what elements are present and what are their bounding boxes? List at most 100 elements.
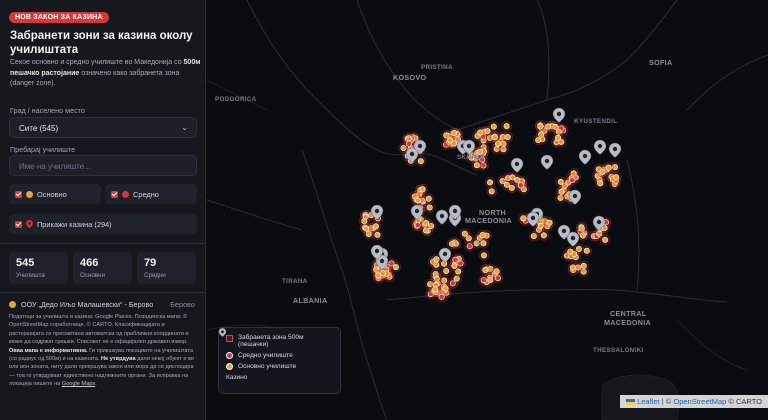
basic-school-marker[interactable] <box>451 129 458 136</box>
basic-school-marker[interactable] <box>503 123 510 130</box>
basic-school-marker[interactable] <box>482 266 489 273</box>
basic-school-marker[interactable] <box>569 264 576 271</box>
casino-marker-hole <box>572 193 578 199</box>
checkbox-checked-icon[interactable] <box>15 220 22 228</box>
basic-school-marker[interactable] <box>480 240 487 247</box>
basic-school-marker[interactable] <box>473 162 480 169</box>
basic-school-marker[interactable] <box>487 179 494 186</box>
checkbox-checked-icon[interactable] <box>111 190 118 198</box>
basic-school-marker[interactable] <box>488 188 495 195</box>
city-select[interactable]: Сите (545) ⌄ <box>9 117 197 138</box>
osm-link[interactable]: OpenStreetMap <box>673 397 726 406</box>
basic-school-marker[interactable] <box>426 204 433 211</box>
secondary-school-marker[interactable] <box>414 222 421 229</box>
basic-school-marker[interactable] <box>392 264 399 271</box>
basic-school-marker[interactable] <box>579 232 586 239</box>
basic-school-marker[interactable] <box>530 233 537 240</box>
basic-school-marker[interactable] <box>537 123 544 130</box>
list-item[interactable]: ООУ „Дедо Иљо Малашевски“ - Берово Беров… <box>9 300 205 309</box>
place-pristina: PRISTINA <box>421 64 453 71</box>
basic-school-marker[interactable] <box>508 184 515 191</box>
basic-school-marker[interactable] <box>583 247 590 254</box>
basic-school-marker[interactable] <box>546 219 553 226</box>
basic-school-marker[interactable] <box>414 197 421 204</box>
casino-marker-hole <box>570 235 576 241</box>
casino-marker-hole <box>409 151 415 157</box>
map[interactable]: KOSOVO PRISTINA PODGORICA SOFIA KYUSTEND… <box>207 0 768 420</box>
basic-school-marker[interactable] <box>545 123 552 130</box>
secondary-school-marker[interactable] <box>569 177 576 184</box>
filter-basic[interactable]: Основно <box>9 184 101 204</box>
basic-school-marker[interactable] <box>419 186 426 193</box>
basic-school-marker[interactable] <box>363 225 370 232</box>
page-title: Забранети зони за казина околу училиштат… <box>10 30 193 56</box>
basic-school-marker[interactable] <box>442 285 449 292</box>
secondary-school-marker[interactable] <box>438 293 445 300</box>
search-input[interactable]: Име на училиште... <box>9 155 197 176</box>
basic-school-marker[interactable] <box>433 256 440 263</box>
basic-school-marker[interactable] <box>480 252 487 259</box>
basic-school-marker[interactable] <box>487 276 494 283</box>
basic-school-marker[interactable] <box>537 222 544 229</box>
basic-school-marker[interactable] <box>491 134 498 141</box>
place-macedonia: MACEDONIA <box>465 216 513 225</box>
basic-school-marker[interactable] <box>443 267 450 274</box>
casino-pin-icon <box>219 328 226 337</box>
basic-school-marker[interactable] <box>423 220 430 227</box>
basic-school-marker[interactable] <box>558 188 565 195</box>
basic-school-marker[interactable] <box>447 137 454 144</box>
basic-school-marker[interactable] <box>613 174 620 181</box>
basic-school-marker[interactable] <box>375 272 382 279</box>
basic-school-marker[interactable] <box>417 158 424 165</box>
description: Секое основно и средно училиште во Макед… <box>10 59 201 87</box>
place-kyustendil: KYUSTENDIL <box>574 118 618 125</box>
basic-school-marker[interactable] <box>477 129 484 136</box>
place-tirana: TIRANA <box>282 278 308 285</box>
basic-school-marker[interactable] <box>567 248 574 255</box>
secondary-school-marker[interactable] <box>517 182 524 189</box>
basic-school-marker[interactable] <box>605 164 612 171</box>
basic-school-marker[interactable] <box>555 134 562 141</box>
basic-school-marker[interactable] <box>484 128 491 135</box>
secondary-school-marker[interactable] <box>466 243 473 250</box>
filter-casinos[interactable]: Прикажи казина (294) <box>9 214 197 234</box>
place-central-macedonia: MACEDONIA <box>604 318 652 327</box>
basic-school-marker[interactable] <box>432 286 439 293</box>
casino-marker-hole <box>514 161 520 167</box>
basic-school-marker[interactable] <box>520 215 527 222</box>
basic-school-marker[interactable] <box>602 236 609 243</box>
zone-square-icon <box>226 335 233 342</box>
leaflet-link[interactable]: Leaflet <box>637 397 660 406</box>
casino-pin-icon <box>26 220 33 228</box>
basic-school-marker[interactable] <box>373 223 380 230</box>
divider <box>0 243 205 244</box>
basic-dot-icon <box>9 301 16 308</box>
basic-school-marker[interactable] <box>535 137 542 144</box>
stat-secondary: 79 Средни <box>137 252 196 284</box>
basic-school-marker[interactable] <box>461 230 468 237</box>
basic-school-marker[interactable] <box>504 133 511 140</box>
casino-marker-hole <box>442 251 448 257</box>
google-maps-link[interactable]: Google Maps <box>62 381 95 387</box>
basic-school-marker[interactable] <box>451 262 458 269</box>
casino-marker-hole <box>414 208 420 214</box>
checkbox-checked-icon[interactable] <box>15 190 22 198</box>
basic-school-marker[interactable] <box>580 262 587 269</box>
filter-secondary[interactable]: Средно <box>105 184 197 204</box>
casino-marker-hole <box>530 215 536 221</box>
basic-school-marker[interactable] <box>425 195 432 202</box>
place-thessaloniki: THESSALONIKI <box>593 347 644 354</box>
casino-marker-hole <box>561 228 567 234</box>
place-albania: ALBANIA <box>293 296 328 305</box>
basic-dot-icon <box>226 363 233 370</box>
basic-school-marker[interactable] <box>449 240 456 247</box>
stat-basic: 466 Основни <box>73 252 132 284</box>
basic-school-marker[interactable] <box>597 180 604 187</box>
basic-school-marker[interactable] <box>540 232 547 239</box>
casino-marker-hole <box>439 213 445 219</box>
secondary-school-marker[interactable] <box>406 140 413 147</box>
basic-school-marker[interactable] <box>493 268 500 275</box>
basic-school-marker[interactable] <box>557 178 564 185</box>
basic-school-marker[interactable] <box>374 231 381 238</box>
basic-school-marker[interactable] <box>479 232 486 239</box>
